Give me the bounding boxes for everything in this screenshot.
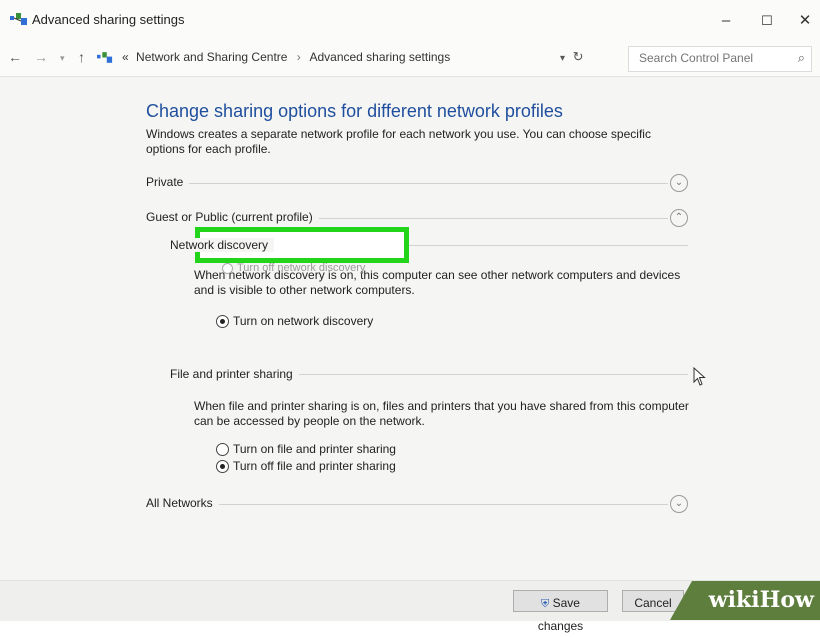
profile-private-row[interactable]: Private ⌄ (146, 173, 691, 193)
save-changes-button[interactable]: ⛨ Save changes (513, 590, 608, 633)
file-sharing-off-option[interactable]: Turn off file and printer sharing (216, 459, 396, 473)
mouse-cursor-icon (693, 367, 706, 386)
close-button[interactable]: ✕ (790, 8, 820, 34)
breadcrumb-network-sharing-centre[interactable]: Network and Sharing Centre (136, 50, 287, 64)
file-printer-sharing-heading: File and printer sharing (170, 367, 299, 381)
file-sharing-on-label[interactable]: Turn on file and printer sharing (233, 442, 396, 456)
radio-button[interactable] (222, 262, 233, 274)
breadcrumb-overflow[interactable]: « (122, 50, 129, 64)
shield-icon: ⛨ (541, 598, 550, 610)
network-discovery-off-option[interactable]: Turn off network discovery (222, 262, 365, 274)
divider (146, 504, 668, 505)
up-arrow-icon[interactable]: ↑ (78, 49, 85, 65)
network-icon (10, 13, 27, 25)
refresh-icon[interactable]: ↻ (573, 49, 584, 64)
file-sharing-off-label[interactable]: Turn off file and printer sharing (233, 459, 396, 473)
network-discovery-on-option[interactable]: Turn on network discovery (216, 314, 373, 328)
address-bar: ← → ▾ ↑ « Network and Sharing Centre › A… (0, 40, 820, 77)
search-input[interactable] (629, 47, 789, 69)
page-title: Change sharing options for different net… (146, 101, 563, 121)
breadcrumb: « Network and Sharing Centre › Advanced … (122, 50, 450, 64)
maximize-button[interactable]: ☐ (752, 8, 782, 34)
control-panel-window: Advanced sharing settings – ☐ ✕ ← → ▾ ↑ … (0, 0, 820, 633)
chevron-down-icon[interactable]: ⌄ (670, 174, 688, 192)
network-discovery-off-label[interactable]: Turn off network discovery (237, 262, 365, 274)
chevron-down-icon[interactable]: ⌄ (670, 495, 688, 513)
profile-all-networks-row[interactable]: All Networks ⌄ (146, 494, 691, 514)
minimize-button[interactable]: – (711, 8, 741, 34)
radio-button-selected[interactable] (216, 459, 229, 473)
network-icon (97, 52, 113, 63)
cancel-button[interactable]: Cancel (622, 590, 684, 612)
main-content: Change sharing options for different net… (0, 77, 820, 580)
profile-private-label[interactable]: Private (146, 175, 190, 189)
forward-arrow-icon[interactable]: → (34, 49, 48, 65)
network-discovery-on-label[interactable]: Turn on network discovery (233, 314, 373, 328)
profile-guest-public-row[interactable]: Guest or Public (current profile) ⌃ (146, 208, 691, 228)
search-icon[interactable]: ⌕ (798, 50, 805, 66)
watermark-text: wikiHow (708, 587, 814, 613)
address-tools: ▾ ↻ (560, 49, 584, 65)
watermark: wikiHow (670, 581, 820, 620)
divider (146, 183, 668, 184)
window-title: Advanced sharing settings (32, 12, 185, 27)
chevron-right-icon[interactable]: › (297, 50, 301, 64)
network-discovery-heading: Network discovery (170, 238, 275, 252)
profile-guest-public-label[interactable]: Guest or Public (current profile) (146, 210, 319, 224)
title-bar: Advanced sharing settings – ☐ ✕ (0, 0, 820, 40)
file-sharing-on-option[interactable]: Turn on file and printer sharing (216, 442, 396, 456)
breadcrumb-advanced-sharing[interactable]: Advanced sharing settings (309, 50, 450, 64)
back-arrow-icon[interactable]: ← (8, 49, 22, 65)
chevron-down-icon[interactable]: ▾ (560, 53, 565, 64)
radio-button-selected[interactable] (216, 314, 229, 328)
file-printer-sharing-description: When file and printer sharing is on, fil… (194, 399, 689, 428)
dropdown-icon[interactable]: ▾ (60, 53, 65, 64)
search-box[interactable]: ⌕ (628, 46, 812, 72)
page-description: Windows creates a separate network profi… (146, 127, 651, 156)
chevron-up-icon[interactable]: ⌃ (670, 209, 688, 227)
radio-button[interactable] (216, 442, 229, 456)
profile-all-networks-label[interactable]: All Networks (146, 496, 219, 510)
